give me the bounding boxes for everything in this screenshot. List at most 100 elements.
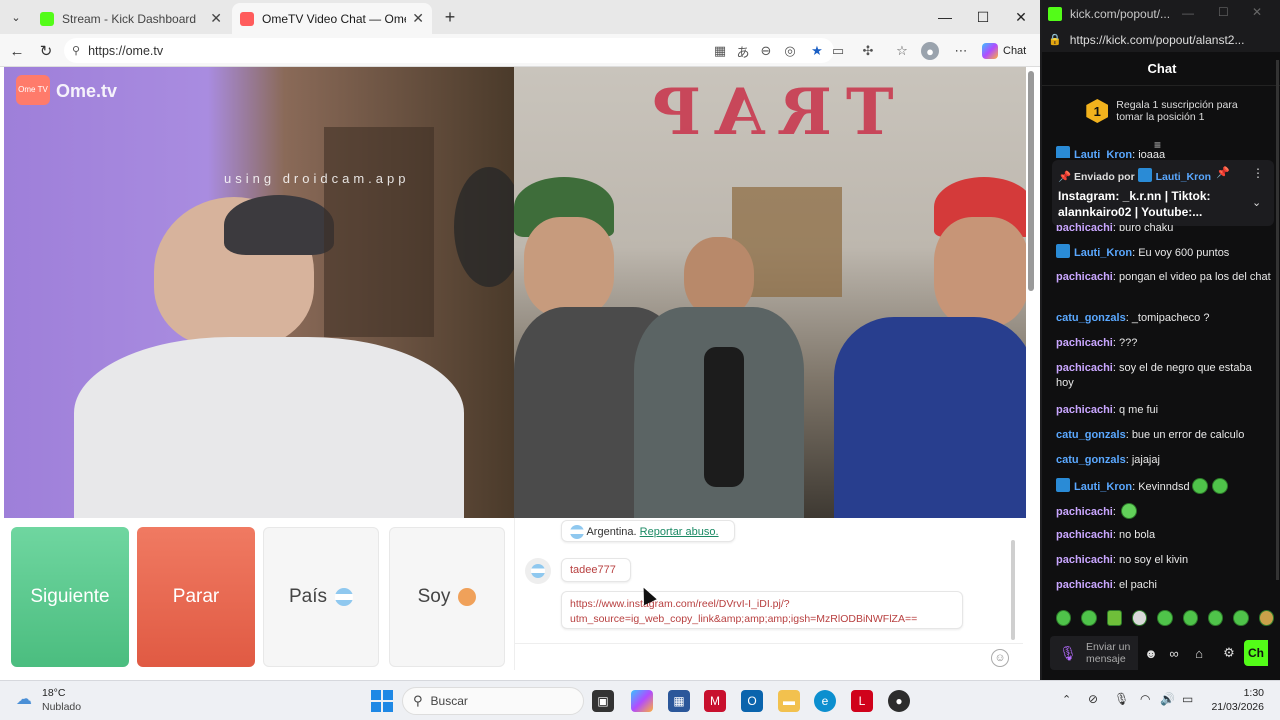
tab-kick-dashboard[interactable]: Stream - Kick Dashboard ✕ bbox=[32, 3, 230, 34]
chat-username[interactable]: catu_gonzals bbox=[1056, 429, 1126, 441]
page-scrollbar[interactable] bbox=[1028, 71, 1034, 291]
chat-username[interactable]: Lauti_Kron bbox=[1074, 149, 1132, 158]
send-chat-button[interactable]: Ch bbox=[1244, 640, 1268, 666]
task-view-icon[interactable]: ▣ bbox=[592, 690, 614, 712]
mic-tray-icon[interactable]: 🎙 bbox=[1114, 692, 1129, 706]
battery-icon[interactable]: ▭ bbox=[1182, 692, 1193, 706]
gift-sub-banner[interactable]: 1 Regala 1 suscripción para tomar la pos… bbox=[1042, 88, 1280, 134]
network-off-icon[interactable]: ⊘ bbox=[1088, 692, 1098, 706]
chat-username[interactable]: Lauti_Kron bbox=[1074, 481, 1132, 493]
reload-button[interactable]: ↻ bbox=[35, 40, 57, 62]
chat-username[interactable]: catu_gonzals bbox=[1056, 454, 1126, 466]
copilot-chat-button[interactable]: Chat bbox=[982, 41, 1032, 61]
emote-icon[interactable] bbox=[1131, 610, 1148, 626]
new-tab-button[interactable]: + bbox=[440, 6, 460, 28]
chat-username[interactable]: pachicachi bbox=[1056, 404, 1113, 416]
kick-minimize-button[interactable]: — bbox=[1182, 6, 1194, 20]
country-button[interactable]: País bbox=[263, 527, 379, 667]
pinned-menu-icon[interactable]: ⋮ bbox=[1252, 166, 1264, 180]
app-available-icon[interactable]: ▦ bbox=[711, 42, 729, 60]
kick-url-bar[interactable]: 🔒 https://kick.com/popout/alanst2... bbox=[1042, 27, 1280, 52]
store-app-icon[interactable]: ▦ bbox=[668, 690, 690, 712]
message-link-line2[interactable]: utm_source=ig_web_copy_link&amp;amp;amp;… bbox=[570, 612, 954, 627]
chat-username[interactable]: pachicachi bbox=[1056, 362, 1113, 374]
kick-url-text: https://kick.com/popout/alanst2... bbox=[1069, 32, 1245, 47]
clock-time[interactable]: 1:30 bbox=[1210, 687, 1264, 699]
taskbar-search[interactable]: ⚲ Buscar bbox=[402, 687, 584, 715]
gender-button[interactable]: Soy bbox=[389, 527, 505, 667]
kick-chat-scrollbar[interactable] bbox=[1276, 60, 1279, 580]
site-info-icon[interactable]: ⚲ bbox=[72, 44, 80, 57]
maximize-button[interactable]: ☐ bbox=[964, 0, 1002, 34]
store-icon[interactable]: ⌂ bbox=[1184, 646, 1214, 661]
chat-username[interactable]: pachicachi bbox=[1056, 222, 1113, 231]
minimize-button[interactable]: — bbox=[926, 0, 964, 34]
back-button[interactable]: ← bbox=[6, 40, 28, 62]
weather-cloud-icon[interactable]: ☁ bbox=[16, 689, 36, 708]
kick-close-button[interactable]: ✕ bbox=[1252, 5, 1262, 19]
chat-username[interactable]: catu_gonzals bbox=[1056, 312, 1126, 324]
letter-l-app-icon[interactable]: L bbox=[851, 690, 873, 712]
emoji-icon[interactable]: ☺ bbox=[991, 649, 1009, 667]
profile-avatar-icon[interactable]: ● bbox=[921, 42, 939, 60]
emote-icon[interactable] bbox=[1157, 610, 1173, 626]
translate-icon[interactable]: あ bbox=[734, 42, 752, 60]
next-button[interactable]: Siguiente bbox=[11, 527, 129, 667]
tab-ometv[interactable]: OmeTV Video Chat — Omegl ✕ bbox=[232, 3, 432, 34]
unpin-icon[interactable]: 📌 bbox=[1216, 166, 1230, 179]
favorite-star-icon[interactable]: ★ bbox=[808, 42, 826, 60]
emoji-picker-icon[interactable]: ☻ bbox=[1138, 646, 1164, 661]
emote-icon[interactable] bbox=[1081, 610, 1097, 626]
chat-message-input[interactable]: Enviar un mensaje bbox=[1086, 636, 1138, 670]
emote-icon[interactable] bbox=[1182, 610, 1198, 626]
outlook-icon[interactable]: O bbox=[741, 690, 763, 712]
emote-icon[interactable] bbox=[1233, 610, 1249, 626]
clock-date[interactable]: 21/03/2026 bbox=[1206, 701, 1264, 713]
wifi-icon[interactable]: ◠ bbox=[1140, 692, 1150, 706]
emote-icon[interactable] bbox=[1258, 610, 1274, 626]
close-tab-icon[interactable]: ✕ bbox=[210, 10, 222, 27]
chat-username[interactable]: pachicachi bbox=[1056, 506, 1113, 518]
obs-icon[interactable]: ● bbox=[888, 690, 910, 712]
chat-username[interactable]: pachicachi bbox=[1056, 579, 1113, 591]
infinity-icon[interactable]: ∞ bbox=[1164, 646, 1184, 661]
settings-gear-icon[interactable]: ⚙ bbox=[1214, 645, 1244, 661]
emote-icon[interactable] bbox=[1106, 610, 1122, 626]
chat-scrollbar[interactable] bbox=[1011, 540, 1015, 640]
start-windows-icon[interactable] bbox=[371, 690, 393, 712]
extension-icon[interactable]: ◎ bbox=[781, 42, 799, 60]
emote-icon[interactable] bbox=[1207, 610, 1224, 626]
settings-more-icon[interactable]: ⋯ bbox=[952, 42, 970, 60]
weather-temp[interactable]: 18°C bbox=[42, 687, 65, 699]
tab-list-button[interactable]: ⌄ bbox=[6, 8, 26, 26]
mcafee-icon[interactable]: M bbox=[704, 690, 726, 712]
file-explorer-icon[interactable]: ▬ bbox=[778, 690, 800, 712]
chat-username[interactable]: pachicachi bbox=[1056, 271, 1113, 283]
microphone-icon[interactable]: 🎙 bbox=[1050, 636, 1086, 670]
chat-username[interactable]: pachicachi bbox=[1056, 337, 1113, 349]
stop-button[interactable]: Parar bbox=[137, 527, 255, 667]
video-icon[interactable]: ▭ bbox=[829, 42, 847, 60]
close-window-button[interactable]: ✕ bbox=[1002, 0, 1040, 34]
kick-maximize-button[interactable]: ☐ bbox=[1218, 5, 1229, 19]
weather-desc[interactable]: Nublado bbox=[42, 701, 81, 713]
pinned-user[interactable]: Lauti_Kron bbox=[1156, 171, 1211, 183]
extensions-puzzle-icon[interactable]: ✣ bbox=[859, 42, 877, 60]
volume-icon[interactable]: 🔊 bbox=[1160, 692, 1175, 706]
tray-chevron-icon[interactable]: ⌃ bbox=[1062, 693, 1071, 706]
report-abuse-link[interactable]: Reportar abuso. bbox=[640, 526, 719, 538]
message-link-line1[interactable]: https://www.instagram.com/reel/DVrvI-I_i… bbox=[570, 597, 954, 612]
favorites-icon[interactable]: ☆ bbox=[893, 42, 911, 60]
kick-favicon-icon bbox=[40, 11, 54, 26]
copilot-app-icon[interactable] bbox=[631, 690, 653, 712]
edge-browser-icon[interactable]: e bbox=[814, 690, 836, 712]
emote-icon[interactable] bbox=[1056, 610, 1072, 626]
zoom-icon[interactable]: ⊖ bbox=[757, 42, 775, 60]
close-tab-icon[interactable]: ✕ bbox=[412, 10, 424, 27]
chat-username[interactable]: Lauti_Kron bbox=[1074, 247, 1132, 259]
chat-input-field[interactable]: ☺ bbox=[515, 643, 1023, 670]
chat-text: q me fui bbox=[1118, 404, 1159, 416]
expand-chevron-icon[interactable]: ⌄ bbox=[1252, 196, 1261, 209]
chat-username[interactable]: pachicachi bbox=[1056, 554, 1113, 566]
chat-username[interactable]: pachicachi bbox=[1056, 529, 1113, 541]
